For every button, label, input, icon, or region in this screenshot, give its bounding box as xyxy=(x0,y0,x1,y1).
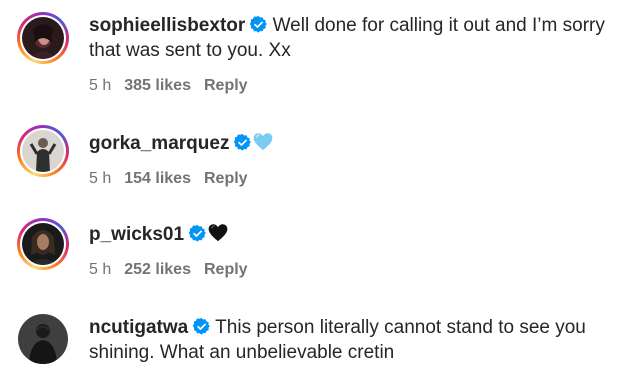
comment-username[interactable]: gorka_marquez xyxy=(89,133,229,154)
comment-body: gorka_marquez xyxy=(89,131,624,156)
avatar[interactable] xyxy=(18,314,68,364)
comment-time[interactable]: 5 h xyxy=(89,261,111,278)
verified-badge-icon xyxy=(189,225,207,242)
avatar[interactable] xyxy=(22,223,64,265)
comment-username[interactable]: p_wicks01 xyxy=(89,224,184,245)
comment-likes[interactable]: 252 likes xyxy=(124,261,191,278)
reply-button[interactable]: Reply xyxy=(204,170,248,187)
verified-badge-icon xyxy=(193,318,211,335)
comment-time[interactable]: 5 h xyxy=(89,170,111,187)
comment-meta: 5 h 385 likes Reply xyxy=(89,76,261,96)
black-heart-icon xyxy=(208,224,228,242)
avatar[interactable] xyxy=(22,130,64,172)
comment-time[interactable]: 5 h xyxy=(89,77,111,94)
light-blue-heart-icon xyxy=(254,133,273,151)
verified-badge-icon xyxy=(234,134,252,151)
comment-meta: 5 h 154 likes Reply xyxy=(89,169,261,189)
story-ring[interactable] xyxy=(17,218,69,270)
comment-body: ncutigatwa This person literally cannot … xyxy=(89,315,624,365)
comment-likes[interactable]: 385 likes xyxy=(124,77,191,94)
comment-meta: 5 h 252 likes Reply xyxy=(89,260,261,280)
avatar-frame[interactable] xyxy=(17,313,69,365)
avatar[interactable] xyxy=(22,17,64,59)
comment-body: sophieellisbextor Well done for calling … xyxy=(89,13,624,63)
comment-username[interactable]: ncutigatwa xyxy=(89,317,188,338)
reply-button[interactable]: Reply xyxy=(204,77,248,94)
story-ring[interactable] xyxy=(17,12,69,64)
comment-username[interactable]: sophieellisbextor xyxy=(89,15,245,36)
reply-button[interactable]: Reply xyxy=(204,261,248,278)
comment-body: p_wicks01 xyxy=(89,222,624,247)
verified-badge-icon xyxy=(250,16,268,33)
story-ring[interactable] xyxy=(17,125,69,177)
comment-likes[interactable]: 154 likes xyxy=(124,170,191,187)
